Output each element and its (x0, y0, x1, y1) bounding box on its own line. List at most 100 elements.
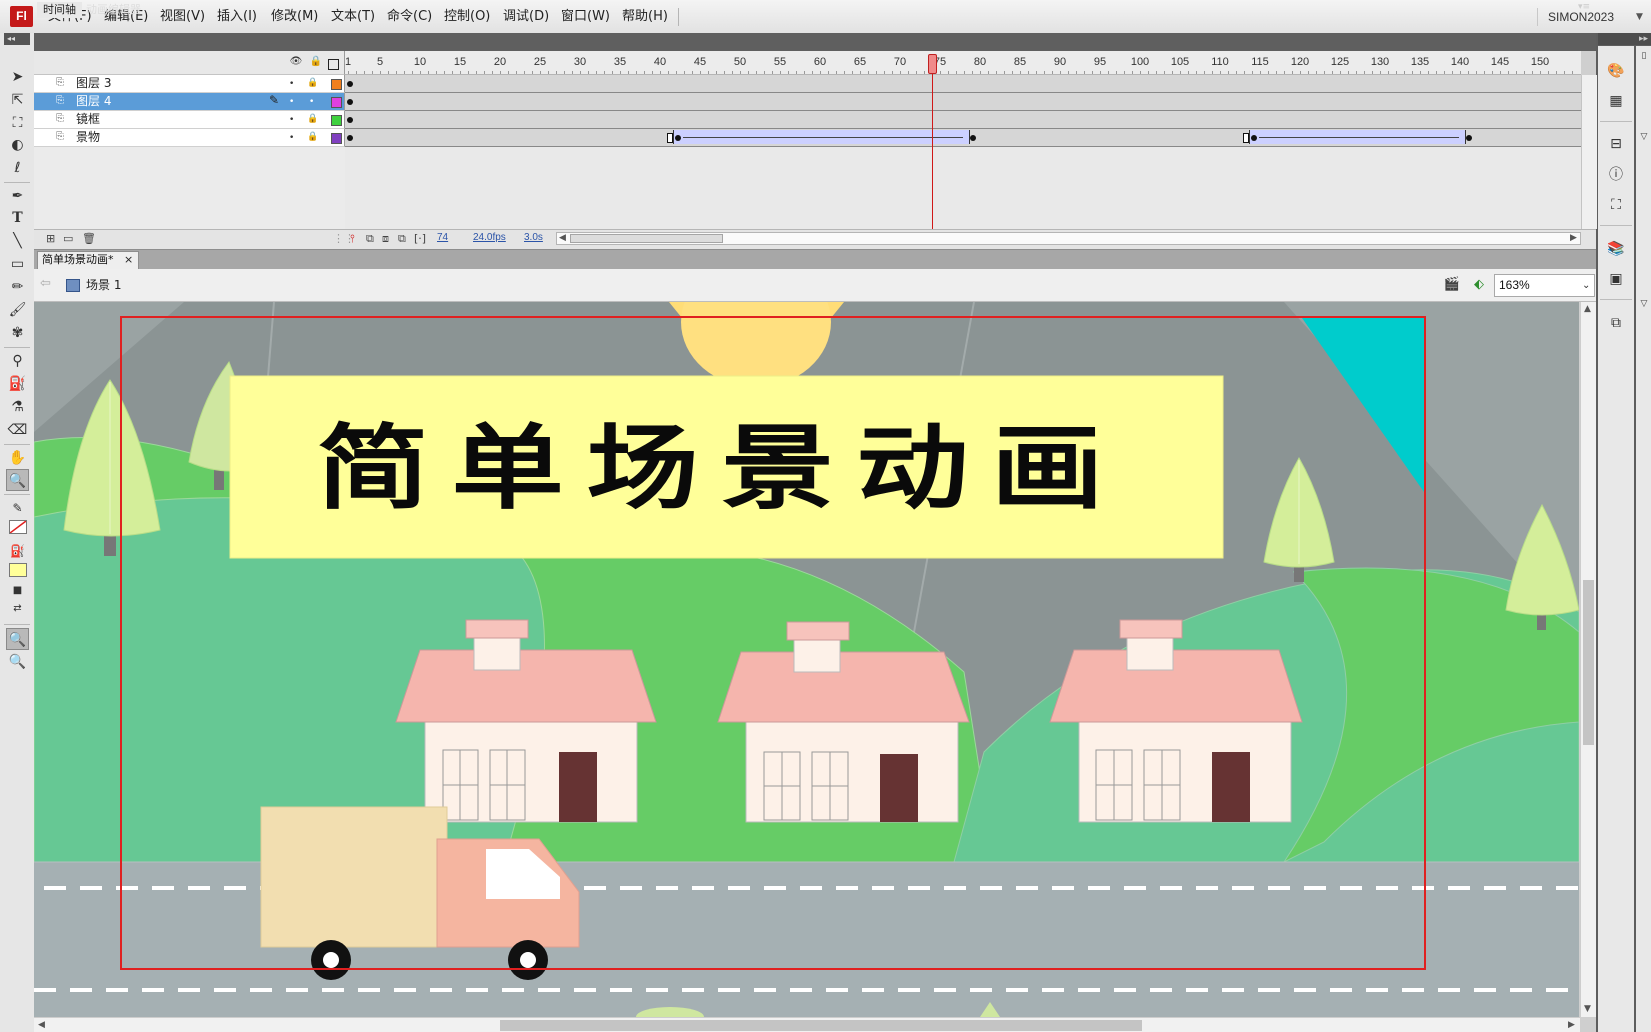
keyframe[interactable] (347, 135, 353, 141)
frame-row[interactable] (345, 75, 1581, 93)
timeline-scroll-thumb[interactable] (570, 234, 723, 243)
menu-view[interactable]: 视图(V) (160, 0, 205, 33)
scroll-down-icon[interactable]: ▼ (1584, 1004, 1591, 1014)
elapsed-time[interactable]: 3.0s (524, 231, 543, 245)
new-layer-icon[interactable]: ⊞ (46, 232, 55, 246)
keyframe[interactable] (1466, 135, 1472, 141)
tab-motion-editor[interactable]: 动画编辑器 (80, 2, 147, 18)
library-icon[interactable]: 📚 (1604, 238, 1628, 260)
visibility-dot[interactable]: • (289, 129, 294, 147)
brush-icon[interactable]: 🖌 (6, 299, 29, 321)
menu-text[interactable]: 文本(T) (331, 0, 375, 33)
lock-dot[interactable]: • (309, 93, 314, 111)
scroll-left-icon[interactable]: ◀ (559, 233, 566, 243)
scroll-right-icon[interactable]: ▶ (1570, 233, 1577, 243)
stroke-color-swatch[interactable] (9, 520, 27, 534)
frame-row[interactable] (345, 111, 1581, 129)
lock-icon[interactable]: 🔒 (307, 130, 318, 145)
zoom-in-icon[interactable]: 🔍 (6, 628, 29, 650)
stage-vscroll-thumb[interactable] (1583, 580, 1594, 745)
outline-color-swatch[interactable] (331, 133, 342, 144)
transform-icon[interactable]: ⛶ (1604, 194, 1628, 216)
selection-icon[interactable]: ➤ (6, 66, 29, 88)
free-transform-icon[interactable]: ⛶ (6, 112, 29, 134)
scroll-right-icon[interactable]: ▶ (1568, 1020, 1575, 1030)
panel-collapse-icon[interactable]: ▸▸ (1598, 33, 1651, 45)
swap-colors-icon[interactable]: ⇄ (6, 598, 29, 620)
lock-icon[interactable]: 🔒 (307, 76, 318, 91)
keyframe[interactable] (347, 81, 353, 87)
document-tab-label[interactable]: 简单场景动画* (42, 252, 114, 268)
toolbar-collapse-icon[interactable]: ◂◂ (4, 33, 30, 45)
outline-color-swatch[interactable] (331, 79, 342, 90)
paint-bucket-icon[interactable]: ⛽ (6, 373, 29, 395)
outline-all-icon[interactable] (328, 59, 339, 70)
onion-markers-icon[interactable]: [·] (414, 232, 426, 246)
scroll-left-icon[interactable]: ◀ (38, 1020, 45, 1030)
back-arrow-icon[interactable]: ⇦ (40, 276, 51, 291)
layer-row[interactable]: ⎘ 图层 3 • 🔒 (34, 75, 345, 93)
panel-menu-icon[interactable]: ▾≡ (1578, 2, 1590, 12)
keyframe[interactable] (1251, 135, 1257, 141)
keyframe[interactable] (347, 117, 353, 123)
current-frame[interactable]: 74 (437, 231, 448, 245)
menu-insert[interactable]: 插入(I) (217, 0, 257, 33)
delete-layer-icon[interactable]: 🗑 (82, 232, 96, 246)
fill-color-swatch[interactable] (9, 563, 27, 577)
color-icon[interactable]: 🎨 (1604, 60, 1628, 82)
fill-color-icon[interactable]: ⛽ (6, 540, 29, 562)
layer-row-active[interactable]: ⎘ 图层 4 ✎ • • (34, 93, 345, 111)
workspace-dropdown-icon[interactable]: ▼ (1636, 0, 1643, 33)
properties-tab-icon[interactable]: ▯ (1638, 49, 1650, 63)
outline-color-swatch[interactable] (331, 97, 342, 108)
frame-rate[interactable]: 24.0fps (473, 231, 506, 245)
lock-all-icon[interactable]: 🔒 (309, 55, 323, 69)
scroll-up-icon[interactable]: ▲ (1584, 304, 1591, 314)
show-hide-all-icon[interactable]: 👁 (289, 55, 303, 69)
zoom-value[interactable]: 163% (1499, 276, 1530, 294)
components-icon[interactable]: ▣ (1604, 268, 1628, 290)
text-icon[interactable]: T (6, 207, 29, 229)
info-icon[interactable]: ⓘ (1604, 164, 1628, 186)
bone-icon[interactable]: ⚲ (6, 350, 29, 372)
new-folder-icon[interactable]: ▭ (63, 232, 73, 246)
stroke-color-icon[interactable]: ✎ (6, 497, 29, 519)
deco-icon[interactable]: ✾ (6, 322, 29, 344)
onion-outlines-icon[interactable]: ⧈ (382, 232, 389, 246)
scene-breadcrumb[interactable]: 场景 1 (86, 277, 121, 293)
frame-ruler[interactable] (345, 51, 1581, 75)
edit-scene-icon[interactable]: 🎬 (1441, 275, 1463, 295)
eyedropper-icon[interactable]: ⚗ (6, 396, 29, 418)
keyframe[interactable] (675, 135, 681, 141)
menu-commands[interactable]: 命令(C) (387, 0, 432, 33)
onion-skin-icon[interactable]: ⧉ (366, 232, 374, 246)
tab-timeline[interactable]: 时间轴 (37, 2, 82, 18)
eraser-icon[interactable]: ⌫ (6, 419, 29, 441)
menu-help[interactable]: 帮助(H) (622, 0, 668, 33)
timeline-vertical-scrollbar[interactable] (1581, 75, 1597, 229)
frame-row[interactable] (345, 93, 1581, 111)
line-icon[interactable]: ╲ (6, 230, 29, 252)
lock-icon[interactable]: 🔒 (307, 112, 318, 127)
pen-icon[interactable]: ✒ (6, 185, 29, 207)
lasso-icon[interactable]: ℓ (6, 157, 29, 179)
keyframe[interactable] (347, 99, 353, 105)
panel-expand-icon-2[interactable]: ▽ (1638, 297, 1650, 311)
zoom-icon[interactable]: 🔍 (6, 469, 29, 491)
center-frame-icon[interactable]: ⫯ (350, 232, 355, 246)
keyframe[interactable] (970, 135, 976, 141)
layer-row[interactable]: ⎘ 镜框 • 🔒 (34, 111, 345, 129)
stage-hscroll-thumb[interactable] (500, 1020, 1142, 1031)
menu-debug[interactable]: 调试(D) (503, 0, 549, 33)
rectangle-icon[interactable]: ▭ (6, 253, 29, 275)
playhead[interactable] (928, 54, 937, 74)
panel-expand-icon[interactable]: ▽ (1638, 130, 1650, 144)
layer-row[interactable]: ⎘ 景物 • 🔒 (34, 129, 345, 147)
chevron-down-icon[interactable]: ⌄ (1582, 277, 1590, 295)
3d-rotation-icon[interactable]: ◐ (6, 134, 29, 156)
properties-icon[interactable]: ⧉ (1604, 312, 1628, 334)
visibility-dot[interactable]: • (289, 111, 294, 129)
close-tab-icon[interactable]: × (124, 252, 133, 268)
pencil-icon[interactable]: ✏ (6, 276, 29, 298)
zoom-out-icon[interactable]: 🔍 (6, 651, 29, 673)
